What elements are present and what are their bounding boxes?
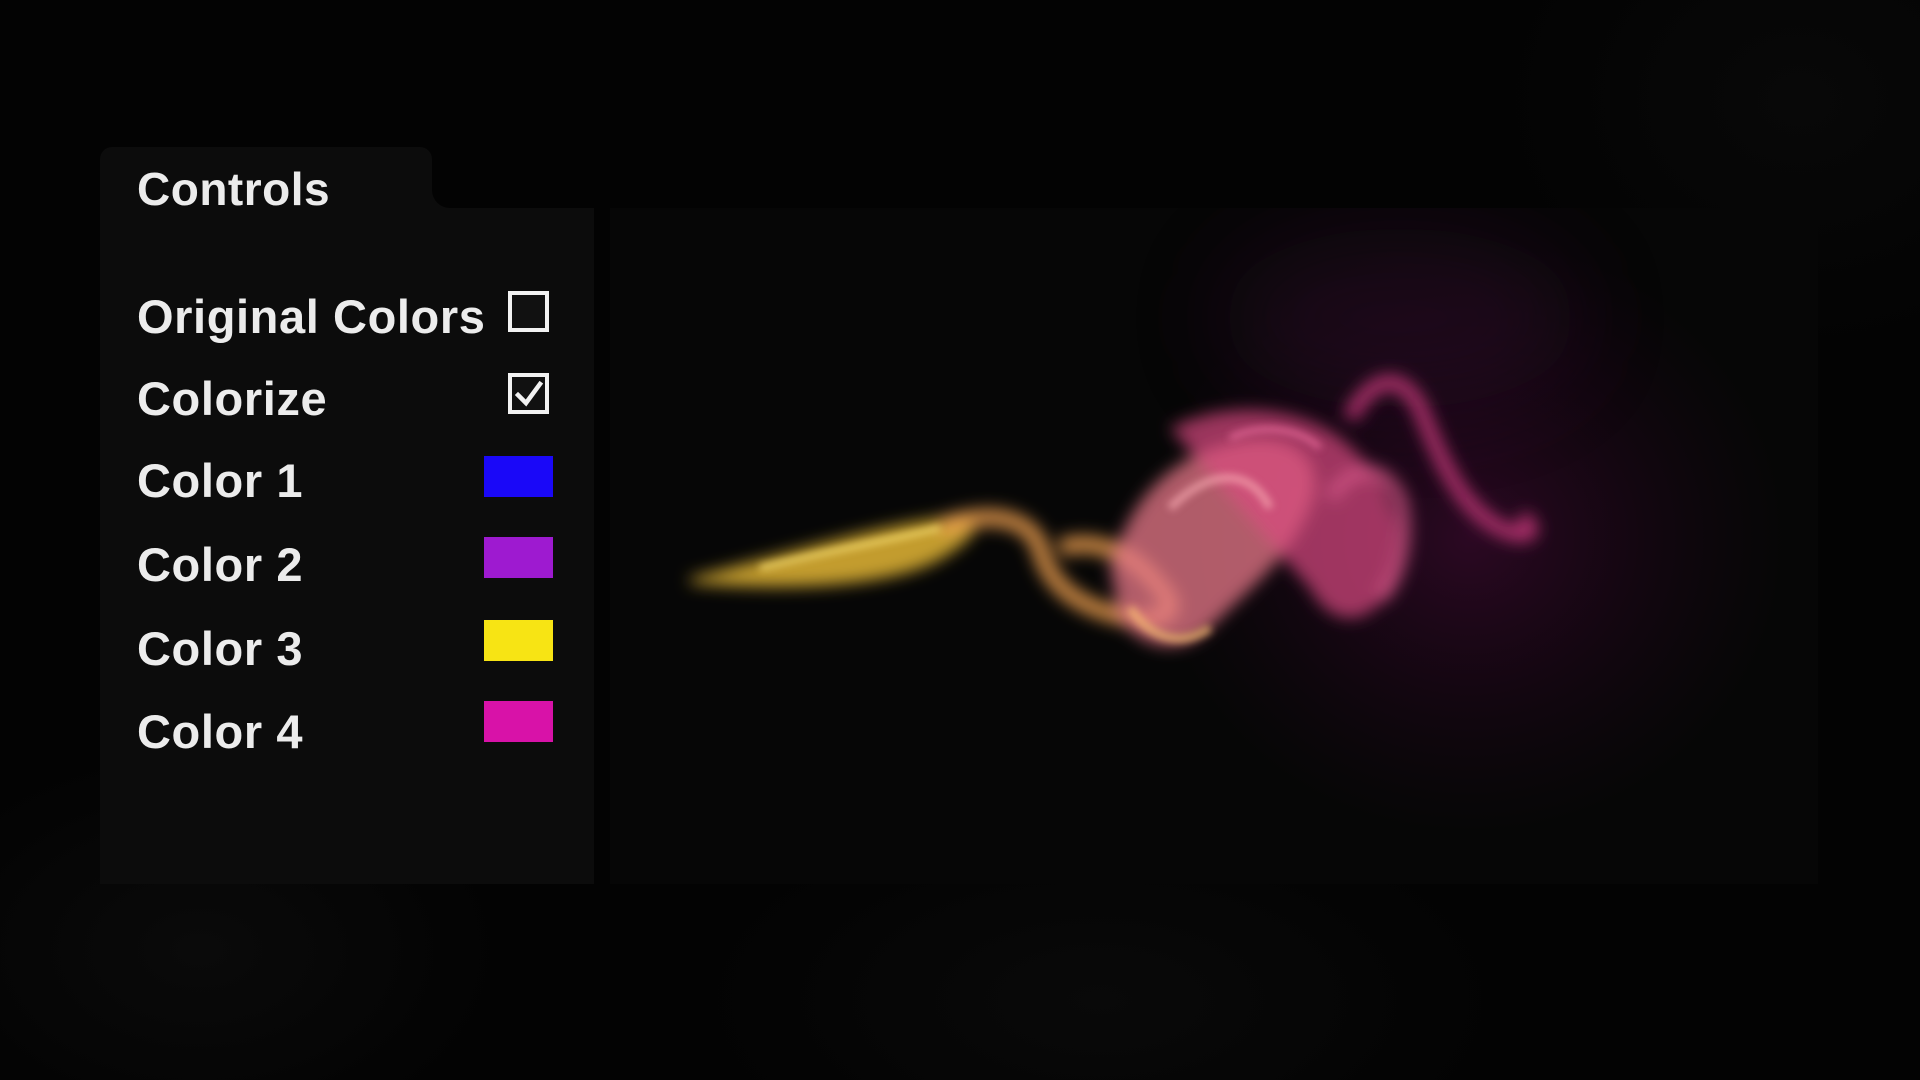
colorize-checkbox[interactable] xyxy=(508,373,549,414)
color-4-label: Color 4 xyxy=(137,705,304,758)
checkmark-icon xyxy=(514,380,544,407)
original-colors-label: Original Colors xyxy=(137,290,486,343)
smoke-render xyxy=(690,228,1790,838)
color-2-swatch[interactable] xyxy=(484,537,553,578)
colorize-label: Colorize xyxy=(137,372,328,425)
panel-title: Controls xyxy=(137,163,331,215)
color-1-swatch[interactable] xyxy=(484,456,553,497)
color-3-swatch[interactable] xyxy=(484,620,553,661)
color-2-label: Color 2 xyxy=(137,538,304,591)
color-1-label: Color 1 xyxy=(137,454,304,507)
smoke-viewport[interactable] xyxy=(610,208,1818,884)
original-colors-checkbox[interactable] xyxy=(508,291,549,332)
color-4-swatch[interactable] xyxy=(484,701,553,742)
color-3-label: Color 3 xyxy=(137,622,304,675)
panel-tab-corner xyxy=(432,190,452,208)
